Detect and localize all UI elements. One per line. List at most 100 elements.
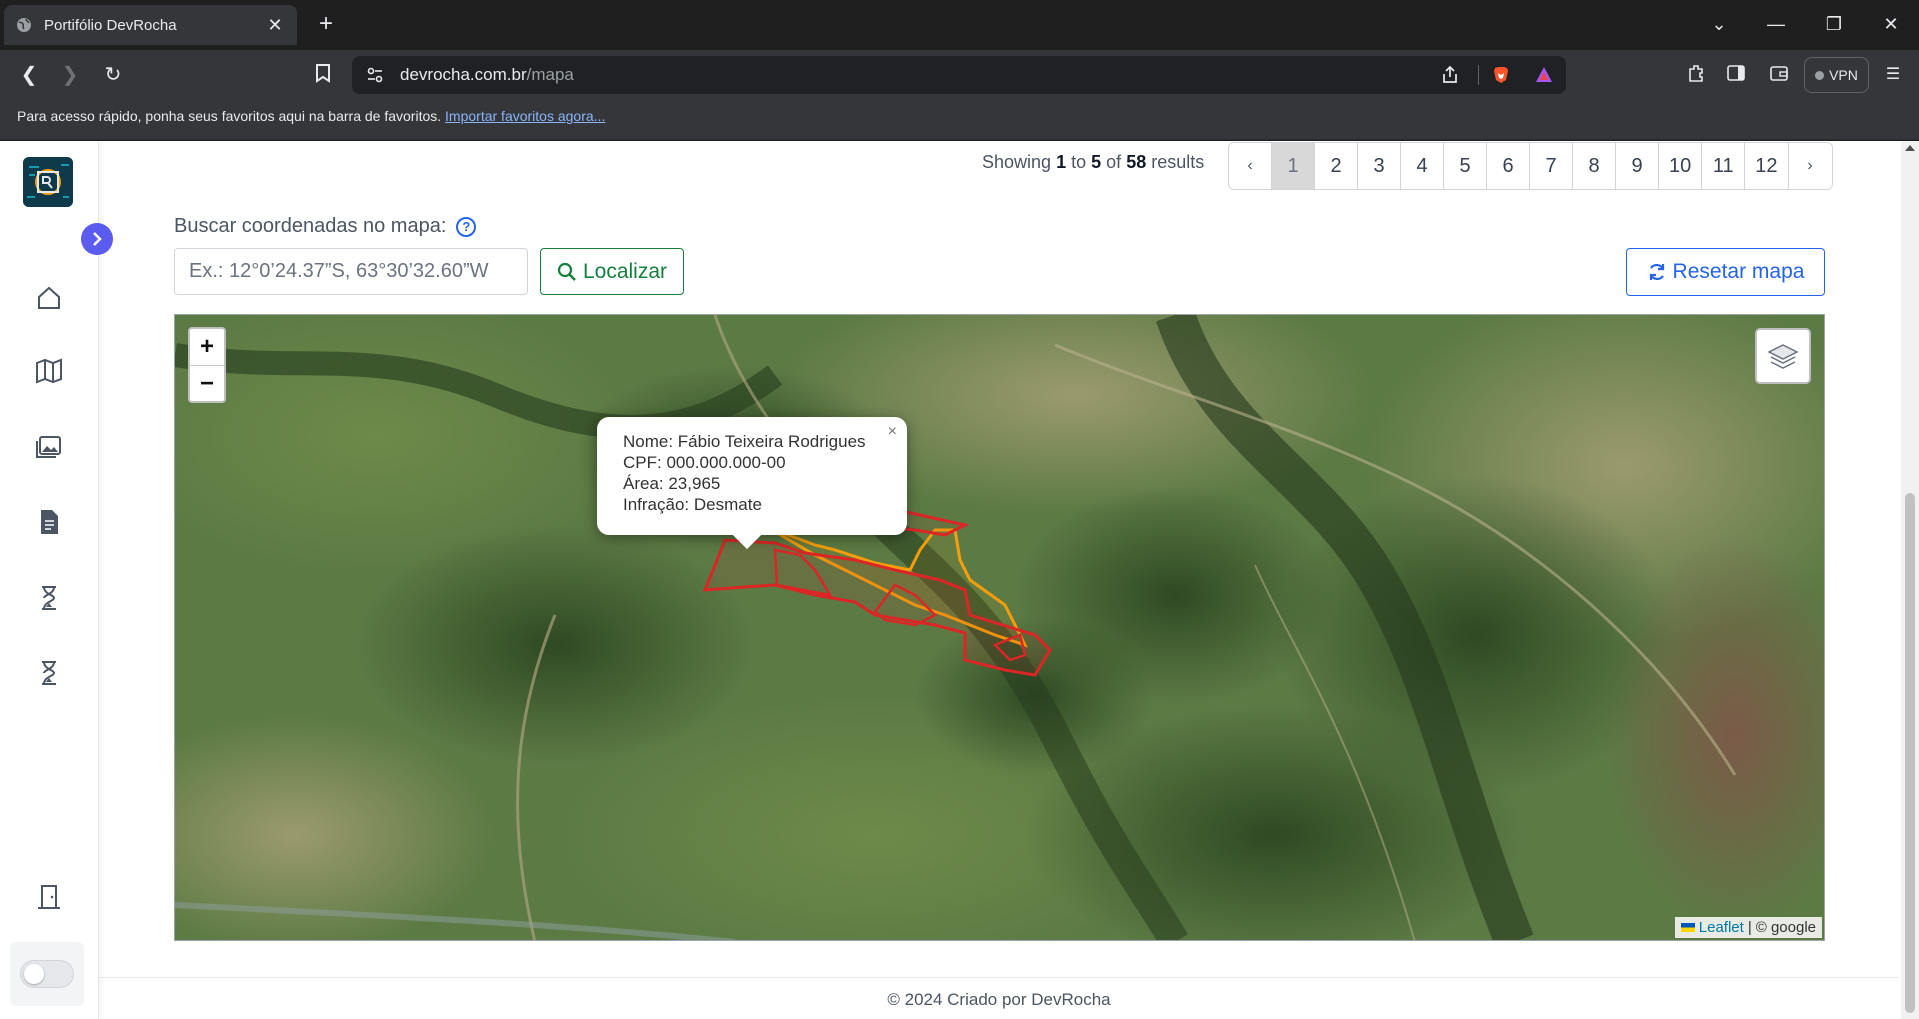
page-link-8[interactable]: 8 xyxy=(1573,143,1616,189)
page-link-9[interactable]: 9 xyxy=(1616,143,1659,189)
zoom-control: + − xyxy=(188,327,226,403)
page-link-4[interactable]: 4 xyxy=(1401,143,1444,189)
page-link-2[interactable]: 2 xyxy=(1315,143,1358,189)
search-icon xyxy=(557,262,576,281)
zoom-in-button[interactable]: + xyxy=(190,329,224,365)
footer: © 2024 Criado por DevRocha xyxy=(99,977,1899,1019)
extensions-icon[interactable] xyxy=(1684,63,1708,87)
popup-cpf: CPF: 000.000.000-00 xyxy=(623,453,786,472)
logout-door-icon[interactable] xyxy=(34,882,64,912)
omnibox-divider xyxy=(1478,65,1479,85)
map-container[interactable]: + − × Nome: Fábio Teixeira Rodrigues CPF… xyxy=(174,314,1825,941)
zoom-out-button[interactable]: − xyxy=(190,365,224,401)
toggle-knob xyxy=(24,964,44,984)
sidebar xyxy=(0,141,99,1019)
leaflet-link[interactable]: Leaflet xyxy=(1699,919,1744,936)
localizar-label: Localizar xyxy=(582,259,668,283)
scroll-up-arrow-icon[interactable] xyxy=(1905,145,1915,151)
popup-infracao: Infração: Desmate xyxy=(623,495,762,514)
ukraine-flag-icon xyxy=(1680,923,1695,932)
page-scrollbar[interactable] xyxy=(1901,141,1919,1019)
chevron-right-icon xyxy=(93,232,102,246)
tab-close-icon[interactable]: ✕ xyxy=(265,15,285,36)
window-close-icon[interactable]: ✕ xyxy=(1879,12,1903,36)
url-path: /mapa xyxy=(526,65,574,84)
browser-tab-bar: Portifólio DevRocha ✕ + ⌄ — ❐ ✕ xyxy=(0,0,1919,50)
search-label: Buscar coordenadas no mapa: ? xyxy=(174,215,477,238)
brave-shield-icon[interactable] xyxy=(1491,65,1511,85)
page-link-3[interactable]: 3 xyxy=(1358,143,1401,189)
page: Showing 1 to 5 of 58 results ‹ 1 2 3 4 5… xyxy=(0,141,1919,1019)
results-to-word: to xyxy=(1071,152,1087,172)
address-bar[interactable]: devrocha.com.br/mapa xyxy=(352,56,1566,94)
map-attribution: Leaflet | © google xyxy=(1674,917,1822,938)
pagination-next[interactable]: › xyxy=(1788,143,1832,189)
browser-toolbar: ❮ ❯ ↻ devrocha.com.br/mapa VPN ☰ xyxy=(0,50,1919,100)
reset-map-button[interactable]: Resetar mapa xyxy=(1626,248,1825,296)
vpn-label: VPN xyxy=(1829,67,1858,83)
results-prefix: Showing xyxy=(982,152,1052,172)
brave-rewards-icon[interactable] xyxy=(1534,65,1554,85)
page-link-7[interactable]: 7 xyxy=(1530,143,1573,189)
results-from: 1 xyxy=(1056,152,1067,172)
search-label-text: Buscar coordenadas no mapa: xyxy=(174,215,447,237)
new-tab-icon[interactable]: + xyxy=(314,12,338,36)
forward-icon[interactable]: ❯ xyxy=(58,63,82,87)
home-icon[interactable] xyxy=(34,283,64,313)
page-link-1[interactable]: 1 xyxy=(1272,143,1315,189)
wallet-icon[interactable] xyxy=(1767,63,1791,87)
scrollbar-thumb[interactable] xyxy=(1905,493,1915,1013)
globe-icon xyxy=(17,18,31,32)
import-bookmarks-link[interactable]: Importar favoritos agora... xyxy=(445,108,605,124)
devrocha-logo[interactable] xyxy=(23,157,73,207)
attribution-source: © google xyxy=(1755,919,1816,936)
map-icon[interactable] xyxy=(34,356,64,386)
page-link-10[interactable]: 10 xyxy=(1659,143,1703,189)
results-to: 5 xyxy=(1091,152,1102,172)
theme-toggle[interactable] xyxy=(20,960,74,988)
back-icon[interactable]: ❮ xyxy=(17,63,41,87)
layers-control[interactable] xyxy=(1755,328,1811,384)
coordinates-input[interactable] xyxy=(174,248,528,295)
share-icon[interactable] xyxy=(1440,65,1460,85)
vpn-button[interactable]: VPN xyxy=(1804,57,1869,93)
theme-toggle-container xyxy=(10,942,84,1006)
question-circle-icon[interactable]: ? xyxy=(456,216,477,237)
popup-close-icon[interactable]: × xyxy=(888,421,897,442)
popup-nome: Nome: Fábio Teixeira Rodrigues xyxy=(623,432,866,451)
url-host: devrocha.com.br xyxy=(400,65,527,84)
document-icon[interactable] xyxy=(34,507,64,537)
localizar-button[interactable]: Localizar xyxy=(540,248,684,295)
property-polygons[interactable] xyxy=(175,315,1825,941)
hourglass-icon[interactable] xyxy=(34,658,64,688)
vpn-status-dot xyxy=(1815,70,1825,80)
sidebar-expand-button[interactable] xyxy=(81,223,113,255)
reload-icon[interactable]: ↻ xyxy=(101,63,125,87)
page-link-6[interactable]: 6 xyxy=(1487,143,1530,189)
site-settings-icon[interactable] xyxy=(366,66,384,84)
menu-icon[interactable]: ☰ xyxy=(1881,63,1905,87)
attribution-separator: | xyxy=(1747,919,1752,936)
images-icon[interactable] xyxy=(34,431,64,461)
results-summary: Showing 1 to 5 of 58 results xyxy=(982,152,1204,173)
bookmark-icon[interactable] xyxy=(311,63,335,87)
pagination: ‹ 1 2 3 4 5 6 7 8 9 10 11 12 › xyxy=(1228,142,1833,190)
reset-map-label: Resetar mapa xyxy=(1672,260,1805,283)
page-link-12[interactable]: 12 xyxy=(1745,143,1789,189)
page-link-11[interactable]: 11 xyxy=(1702,143,1746,189)
bookmarks-hint: Para acesso rápido, ponha seus favoritos… xyxy=(17,108,442,124)
sidebar-panel-icon[interactable] xyxy=(1724,63,1748,87)
refresh-icon xyxy=(1649,263,1664,281)
results-of-word: of xyxy=(1106,152,1122,172)
results-total: 58 xyxy=(1126,152,1147,172)
tab-search-chevron-icon[interactable]: ⌄ xyxy=(1707,12,1731,36)
bookmarks-bar: Para acesso rápido, ponha seus favoritos… xyxy=(0,100,1919,140)
hourglass-icon[interactable] xyxy=(34,583,64,613)
minimize-icon[interactable]: — xyxy=(1764,12,1788,36)
pagination-prev[interactable]: ‹ xyxy=(1229,143,1272,189)
restore-icon[interactable]: ❐ xyxy=(1822,12,1846,36)
results-suffix: results xyxy=(1151,152,1205,172)
page-link-5[interactable]: 5 xyxy=(1444,143,1487,189)
tab-title: Portifólio DevRocha xyxy=(44,16,177,34)
browser-tab[interactable]: Portifólio DevRocha ✕ xyxy=(4,5,297,45)
